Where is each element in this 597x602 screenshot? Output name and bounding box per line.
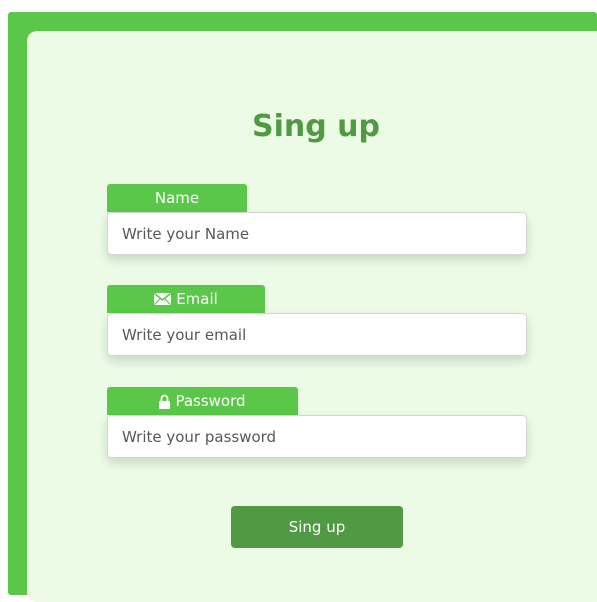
form-frame: Sing up Name Email xyxy=(8,12,597,602)
name-label-text: Name xyxy=(154,189,200,207)
password-label-text: Password xyxy=(175,392,246,410)
email-input[interactable] xyxy=(107,313,527,356)
envelope-icon xyxy=(154,293,172,305)
lock-icon xyxy=(159,394,171,409)
email-label: Email xyxy=(107,285,265,313)
email-label-text: Email xyxy=(176,290,218,308)
name-label: Name xyxy=(107,184,247,212)
password-input[interactable] xyxy=(107,415,527,458)
signup-button[interactable]: Sing up xyxy=(231,506,403,548)
form-title: Sing up xyxy=(252,109,380,144)
signup-card: Sing up Name Email xyxy=(27,31,597,602)
name-input[interactable] xyxy=(107,212,527,255)
password-label: Password xyxy=(107,387,298,415)
